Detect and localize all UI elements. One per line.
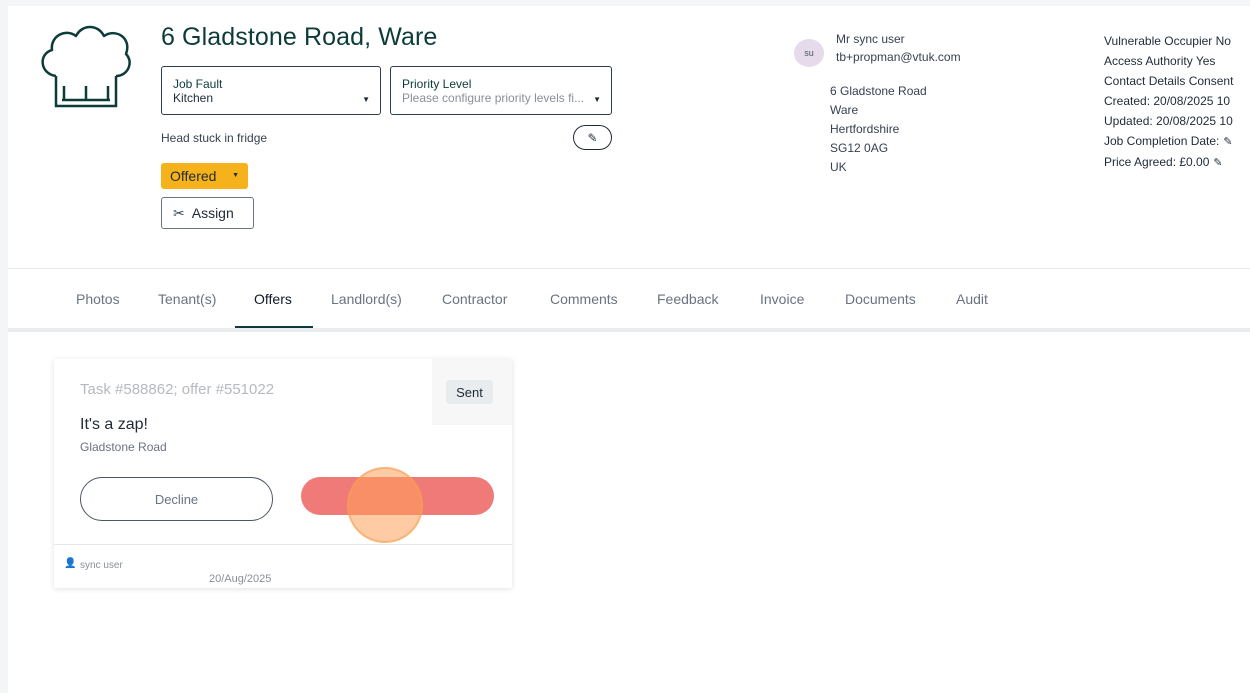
offer-card: Sent Task #588862; offer #551022 It's a … <box>54 359 512 588</box>
tab-feedback[interactable]: Feedback <box>657 291 718 307</box>
job-description: Head stuck in fridge <box>161 131 268 145</box>
job-fault-select[interactable]: Job Fault Kitchen ▼ <box>161 66 381 115</box>
tab-offers[interactable]: Offers <box>254 291 292 307</box>
tab-contractor[interactable]: Contractor <box>442 291 507 307</box>
chef-hat-icon <box>41 25 131 108</box>
contact-consent: Contact Details Consent <box>1104 74 1234 88</box>
access-authority: Access Authority Yes <box>1104 54 1216 68</box>
tab-documents[interactable]: Documents <box>845 291 916 307</box>
created-date: Created: 20/08/2025 10 <box>1104 94 1231 108</box>
tools-icon: ✂ <box>173 204 185 221</box>
offer-subtitle: Gladstone Road <box>80 440 167 454</box>
assign-button[interactable]: ✂ Assign <box>161 197 254 229</box>
offer-task-id: Task #588862; offer #551022 <box>80 381 275 398</box>
page: 6 Gladstone Road, Ware Job Fault Kitchen… <box>8 6 1250 693</box>
address-line: UK <box>830 160 847 174</box>
price-agreed-label: Price Agreed: £0.00 <box>1104 155 1210 169</box>
caret-down-icon: ▼ <box>593 95 601 104</box>
click-indicator <box>347 467 423 543</box>
address-line: SG12 0AG <box>830 141 889 155</box>
tab-invoice[interactable]: Invoice <box>760 291 804 307</box>
caret-down-icon: ▼ <box>232 172 239 179</box>
vulnerable-occupier: Vulnerable Occupier No <box>1104 34 1231 48</box>
tab-comments[interactable]: Comments <box>550 291 618 307</box>
tab-audit[interactable]: Audit <box>956 291 988 307</box>
tab-tenants[interactable]: Tenant(s) <box>158 291 216 307</box>
badge-area: Sent <box>432 359 512 425</box>
price-agreed-row: Price Agreed: £0.00 ✎ <box>1104 152 1250 173</box>
priority-level-select[interactable]: Priority Level Please configure priority… <box>390 66 612 115</box>
user-name: Mr sync user <box>836 32 905 46</box>
status-label: Offered <box>170 168 217 184</box>
address-line: Ware <box>830 103 859 117</box>
priority-level-label: Priority Level <box>402 77 472 91</box>
edit-price-icon[interactable]: ✎ <box>1213 157 1222 169</box>
job-title: 6 Gladstone Road, Ware <box>161 23 438 51</box>
divider <box>54 544 512 545</box>
property-address: 6 Gladstone Road Ware Hertfordshire SG12… <box>830 82 927 177</box>
assign-label: Assign <box>191 205 234 221</box>
priority-level-placeholder: Please configure priority levels fi... <box>402 91 585 105</box>
user-icon: 👤 <box>64 558 77 569</box>
offer-title: It's a zap! <box>80 416 148 433</box>
job-fault-value: Kitchen <box>173 91 214 105</box>
status-badge: Sent <box>446 380 493 404</box>
address-line: 6 Gladstone Road <box>830 84 927 98</box>
offer-footer-user: sync user <box>80 560 123 571</box>
job-completion-row: Job Completion Date: ✎ <box>1104 131 1250 152</box>
tab-photos[interactable]: Photos <box>76 291 120 307</box>
offer-footer-date: 20/Aug/2025 <box>209 573 272 585</box>
job-header: 6 Gladstone Road, Ware Job Fault Kitchen… <box>8 6 1250 268</box>
user-email: tb+propman@vtuk.com <box>836 50 961 64</box>
caret-down-icon: ▼ <box>362 95 370 104</box>
job-meta: Vulnerable Occupier No Access Authority … <box>1104 31 1250 173</box>
edit-completion-icon[interactable]: ✎ <box>1223 136 1232 148</box>
pencil-icon: ✎ <box>587 130 598 145</box>
active-tab-indicator <box>235 326 313 328</box>
job-fault-label: Job Fault <box>173 77 223 91</box>
job-completion-label: Job Completion Date: <box>1104 134 1220 148</box>
status-dropdown-button[interactable]: Offered ▼ <box>161 163 248 189</box>
tab-landlords[interactable]: Landlord(s) <box>331 291 402 307</box>
avatar: su <box>794 39 824 67</box>
address-line: Hertfordshire <box>830 122 900 136</box>
decline-button[interactable]: Decline <box>80 477 273 521</box>
edit-description-button[interactable]: ✎ <box>573 125 612 150</box>
updated-date: Updated: 20/08/2025 10 <box>1104 114 1233 128</box>
tab-bar: Photos Tenant(s) Offers Landlord(s) Cont… <box>8 268 1250 332</box>
